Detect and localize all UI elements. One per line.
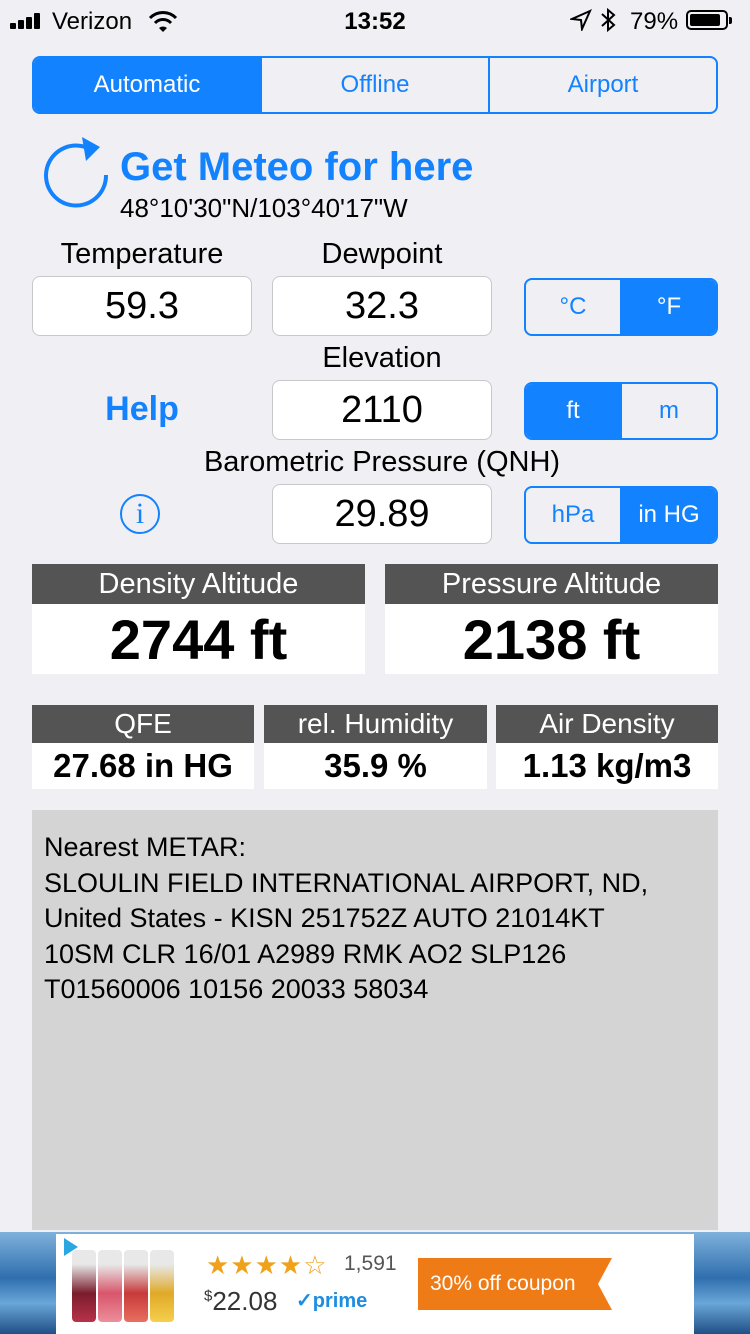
tab-automatic[interactable]: Automatic: [34, 58, 260, 112]
bluetooth-icon: [601, 8, 616, 32]
get-meteo-button[interactable]: Get Meteo for here: [120, 145, 473, 190]
coupon-button[interactable]: 30% off coupon: [418, 1258, 598, 1310]
temperature-label: Temperature: [60, 238, 224, 270]
density-altitude-value: 2744 ft: [32, 604, 365, 674]
elevation-field[interactable]: 2110: [272, 380, 492, 440]
elevation-unit-toggle: ft m: [524, 382, 718, 440]
unit-meters[interactable]: m: [620, 384, 716, 438]
qfe-value: 27.68 in HG: [32, 743, 254, 789]
qfe-header: QFE: [32, 705, 254, 743]
unit-fahrenheit[interactable]: °F: [620, 280, 716, 334]
mode-tabs: Automatic Offline Airport: [32, 56, 718, 114]
battery-percent: 79%: [630, 8, 679, 35]
dewpoint-field[interactable]: 32.3: [272, 276, 492, 336]
coupon-tip: [598, 1258, 612, 1310]
location-arrow-icon: [570, 9, 592, 31]
pressure-unit-toggle: hPa in HG: [524, 486, 718, 544]
unit-hpa[interactable]: hPa: [526, 488, 620, 542]
density-altitude-header: Density Altitude: [32, 564, 365, 604]
battery-icon: [686, 10, 732, 30]
pressure-field[interactable]: 29.89: [272, 484, 492, 544]
air-density-value: 1.13 kg/m3: [496, 743, 718, 789]
unit-celsius[interactable]: °C: [526, 280, 620, 334]
tab-offline[interactable]: Offline: [260, 58, 488, 112]
humidity-header: rel. Humidity: [264, 705, 487, 743]
pressure-label: Barometric Pressure (QNH): [203, 446, 561, 478]
ad-price: $22.08: [204, 1286, 278, 1316]
rating-stars-icon: ★★★★☆: [206, 1250, 328, 1280]
temperature-field[interactable]: 59.3: [32, 276, 252, 336]
pressure-altitude-value: 2138 ft: [385, 604, 718, 674]
pressure-altitude-header: Pressure Altitude: [385, 564, 718, 604]
ad-banner[interactable]: ★★★★☆ 1,591 $22.08 ✓prime 30% off coupon: [56, 1234, 694, 1334]
info-icon[interactable]: i: [120, 494, 160, 534]
coordinates-label: 48°10'30"N/103°40'17"W: [120, 193, 408, 223]
temperature-unit-toggle: °C °F: [524, 278, 718, 336]
humidity-value: 35.9 %: [264, 743, 487, 789]
unit-feet[interactable]: ft: [526, 384, 620, 438]
help-button[interactable]: Help: [32, 390, 252, 429]
metar-text: Nearest METAR: SLOULIN FIELD INTERNATION…: [32, 810, 718, 1230]
prime-badge: ✓prime: [296, 1290, 368, 1312]
rating-count: 1,591: [344, 1252, 397, 1275]
elevation-label: Elevation: [322, 342, 442, 374]
unit-inhg[interactable]: in HG: [620, 488, 716, 542]
status-bar: Verizon 13:52 79%: [0, 0, 750, 42]
air-density-header: Air Density: [496, 705, 718, 743]
refresh-icon[interactable]: [38, 133, 114, 215]
dewpoint-label: Dewpoint: [321, 238, 443, 270]
tab-airport[interactable]: Airport: [488, 58, 716, 112]
